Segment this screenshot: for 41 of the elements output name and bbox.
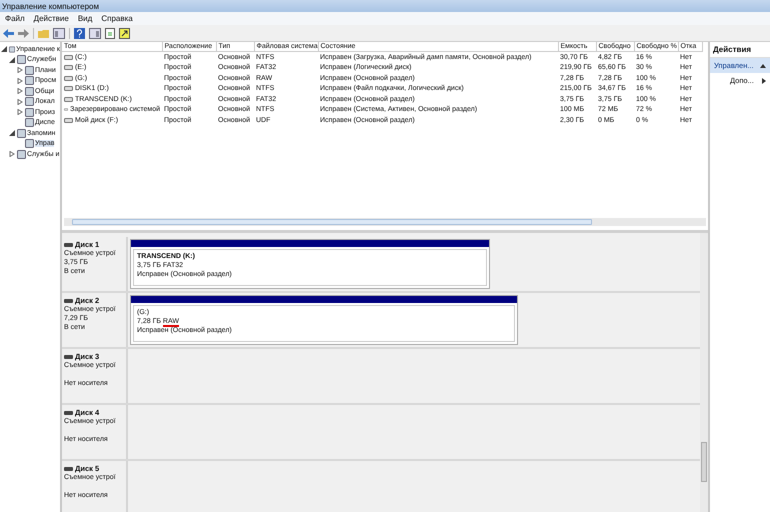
collapsed-arrow-icon[interactable] bbox=[17, 88, 23, 94]
document-icon[interactable] bbox=[105, 28, 115, 38]
expanded-arrow-icon[interactable] bbox=[1, 46, 7, 52]
submenu-arrow-icon[interactable] bbox=[762, 78, 766, 84]
menu-item[interactable]: Действие bbox=[34, 14, 69, 23]
node-icon bbox=[17, 128, 26, 138]
back-arrow-icon[interactable] bbox=[3, 28, 14, 38]
vertical-scrollbar[interactable] bbox=[700, 233, 708, 512]
help-icon[interactable] bbox=[74, 28, 85, 38]
collapsed-arrow-icon[interactable] bbox=[17, 98, 23, 105]
menu-item[interactable]: Файл bbox=[5, 14, 25, 23]
node-icon bbox=[25, 118, 34, 128]
panel-icon[interactable] bbox=[53, 28, 65, 38]
drive-icon bbox=[64, 354, 73, 358]
node-icon bbox=[25, 76, 34, 86]
menu-item[interactable]: Справка bbox=[101, 14, 133, 23]
node-icon bbox=[25, 86, 34, 96]
node-icon bbox=[25, 66, 34, 75]
horizontal-scrollbar[interactable] bbox=[64, 218, 706, 226]
drive-icon bbox=[64, 410, 73, 414]
expanded-arrow-icon[interactable] bbox=[9, 130, 15, 136]
node-icon bbox=[17, 55, 26, 64]
drive-icon bbox=[64, 242, 73, 246]
node-icon bbox=[9, 44, 16, 54]
collapsed-arrow-icon[interactable] bbox=[9, 151, 15, 158]
window-title: Управление компьютером bbox=[2, 2, 99, 10]
collapsed-arrow-icon[interactable] bbox=[17, 109, 23, 116]
drive-icon bbox=[64, 298, 73, 302]
panel-icon[interactable] bbox=[89, 28, 101, 38]
node-icon bbox=[17, 150, 26, 159]
expanded-arrow-icon[interactable] bbox=[9, 56, 15, 63]
menu-item[interactable]: Вид bbox=[78, 14, 92, 23]
node-icon bbox=[25, 139, 34, 148]
drive-icon bbox=[64, 466, 73, 470]
collapsed-arrow-icon[interactable] bbox=[17, 67, 23, 74]
export-icon[interactable] bbox=[119, 28, 130, 38]
node-icon bbox=[25, 108, 34, 117]
collapsed-arrow-icon[interactable] bbox=[17, 78, 23, 84]
collapse-arrow-icon[interactable] bbox=[760, 64, 766, 68]
node-icon bbox=[25, 97, 34, 106]
forward-arrow-icon[interactable] bbox=[18, 28, 29, 38]
